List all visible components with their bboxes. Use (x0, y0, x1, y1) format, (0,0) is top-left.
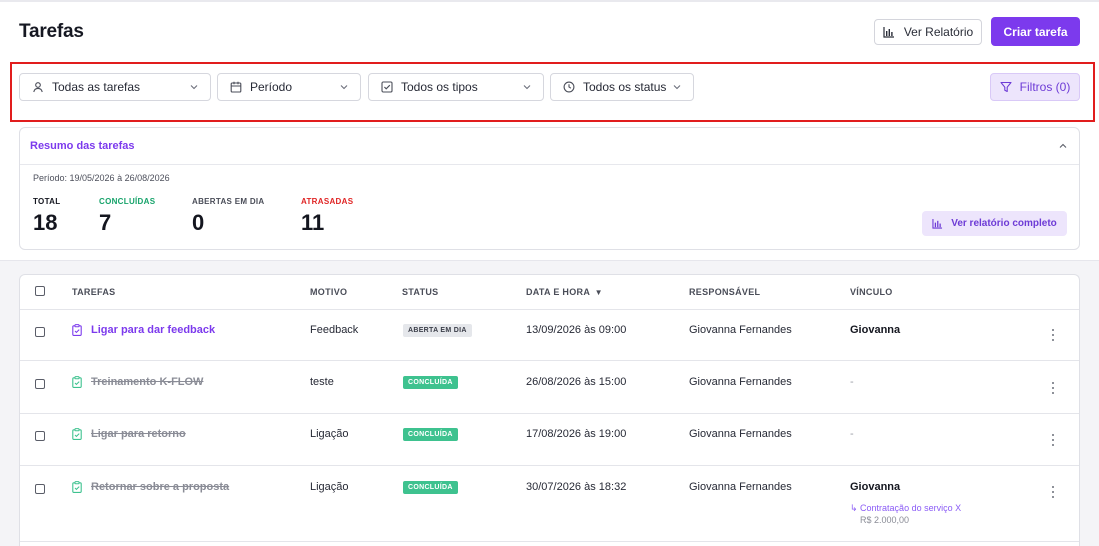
user-icon (31, 80, 45, 94)
task-link-value: R$ 2.000,00 (860, 515, 910, 525)
task-responsible: Giovanna Fernandes (689, 481, 792, 493)
filters-button[interactable]: Filtros (0) (990, 73, 1080, 101)
stat-overdue-value: 11 (301, 210, 325, 235)
stat-total-value: 18 (33, 210, 58, 235)
kebab-menu-icon[interactable] (1051, 486, 1055, 498)
task-summary-panel: Resumo das tarefas Período: 19/05/2026 à… (19, 127, 1080, 250)
stat-total: TOTAL 18 (33, 197, 60, 236)
stat-open-label: ABERTAS EM DIA (192, 197, 265, 206)
full-report-button[interactable]: Ver relatório completo (922, 211, 1067, 236)
task-link: - (850, 376, 854, 388)
row-checkbox[interactable] (35, 327, 45, 337)
task-clipboard-icon (72, 376, 82, 388)
stat-open-on-time: ABERTAS EM DIA 0 (192, 197, 265, 236)
task-reason: Ligação (310, 481, 349, 493)
row-checkbox[interactable] (35, 379, 45, 389)
task-name-link[interactable]: Treinamento K-FLOW (91, 376, 203, 388)
row-divider (20, 465, 1079, 466)
task-reason: Ligação (310, 428, 349, 440)
type-filter-dropdown[interactable]: Todos os tipos (368, 73, 544, 101)
task-datetime: 30/07/2026 às 18:32 (526, 481, 627, 493)
period-filter-dropdown[interactable]: Período (217, 73, 361, 101)
task-clipboard-icon (72, 428, 82, 440)
view-report-button[interactable]: Ver Relatório (874, 19, 982, 45)
chevron-down-icon (673, 85, 681, 90)
task-reason: Feedback (310, 324, 359, 336)
row-divider (20, 541, 1079, 542)
summary-title: Resumo das tarefas (30, 140, 135, 152)
kebab-menu-icon[interactable] (1051, 434, 1055, 446)
row-divider (20, 360, 1079, 361)
full-report-label: Ver relatório completo (951, 218, 1057, 229)
calendar-icon (229, 80, 243, 94)
checkbox-icon (380, 80, 394, 94)
col-header-tasks: TAREFAS (72, 287, 116, 297)
status-filter-dropdown[interactable]: Todos os status (550, 73, 694, 101)
stat-completed: CONCLUÍDAS 7 (99, 197, 155, 236)
row-checkbox[interactable] (35, 431, 45, 441)
bar-chart-icon (932, 218, 943, 229)
header-divider (20, 309, 1079, 310)
col-header-link: VÍNCULO (850, 287, 893, 297)
kebab-menu-icon[interactable] (1051, 382, 1055, 394)
task-datetime: 26/08/2026 às 15:00 (526, 376, 627, 388)
bar-chart-icon (883, 26, 894, 38)
summary-header: Resumo das tarefas (20, 128, 1079, 165)
filter-icon (1000, 81, 1012, 93)
task-name-link[interactable]: Ligar para retorno (91, 428, 186, 440)
status-badge: CONCLUÍDA (403, 481, 458, 494)
kebab-menu-icon[interactable] (1051, 329, 1055, 341)
task-reason: teste (310, 376, 334, 388)
stat-overdue-label: ATRASADAS (301, 197, 354, 206)
stat-completed-value: 7 (99, 210, 112, 235)
task-link: Giovanna (850, 481, 901, 493)
clock-icon (562, 80, 576, 94)
task-link: - (850, 428, 854, 440)
col-header-datetime-label: DATA E HORA (526, 287, 590, 297)
filters-button-label: Filtros (0) (1019, 80, 1071, 94)
task-datetime: 13/09/2026 às 09:00 (526, 324, 627, 336)
status-badge: CONCLUÍDA (403, 376, 458, 389)
assignee-filter-dropdown[interactable]: Todas as tarefas (19, 73, 211, 101)
create-task-button[interactable]: Criar tarefa (991, 17, 1080, 46)
col-header-reason: MOTIVO (310, 287, 348, 297)
stat-total-label: TOTAL (33, 197, 61, 206)
task-responsible: Giovanna Fernandes (689, 376, 792, 388)
status-badge: ABERTA EM DIA (403, 324, 472, 337)
task-clipboard-icon (72, 324, 82, 336)
page-title: Tarefas (19, 21, 84, 42)
task-responsible: Giovanna Fernandes (689, 324, 792, 336)
chevron-down-icon (523, 85, 531, 90)
select-all-checkbox[interactable] (35, 286, 45, 296)
task-responsible: Giovanna Fernandes (689, 428, 792, 440)
sort-desc-icon: ▼ (594, 288, 603, 297)
task-link: Giovanna (850, 324, 901, 336)
period-filter-label: Período (250, 80, 293, 94)
summary-period: Período: 19/05/2026 à 26/08/2026 (33, 173, 170, 183)
view-report-label: Ver Relatório (903, 25, 974, 39)
col-header-datetime[interactable]: DATA E HORA ▼ (526, 287, 603, 297)
row-divider (20, 413, 1079, 414)
task-name-link[interactable]: Retornar sobre a proposta (91, 481, 229, 493)
top-divider (0, 0, 1099, 2)
task-datetime: 17/08/2026 às 19:00 (526, 428, 627, 440)
task-link-detail[interactable]: ↳ Contratação do serviço X (850, 503, 961, 514)
chevron-down-icon (340, 85, 348, 90)
stat-completed-label: CONCLUÍDAS (99, 197, 156, 206)
assignee-filter-label: Todas as tarefas (52, 80, 141, 94)
type-filter-label: Todos os tipos (401, 80, 478, 94)
row-checkbox[interactable] (35, 484, 45, 494)
task-clipboard-icon (72, 481, 82, 493)
col-header-status: STATUS (402, 287, 439, 297)
chevron-down-icon (190, 85, 198, 90)
task-name-link[interactable]: Ligar para dar feedback (91, 324, 215, 336)
stat-open-value: 0 (192, 210, 205, 235)
tasks-table: TAREFAS MOTIVO STATUS DATA E HORA ▼ RESP… (19, 274, 1080, 546)
status-badge: CONCLUÍDA (403, 428, 458, 441)
stat-overdue: ATRASADAS 11 (301, 197, 353, 236)
chevron-up-icon[interactable] (1057, 140, 1069, 152)
col-header-responsible: RESPONSÁVEL (689, 287, 761, 297)
status-filter-label: Todos os status (583, 80, 667, 94)
